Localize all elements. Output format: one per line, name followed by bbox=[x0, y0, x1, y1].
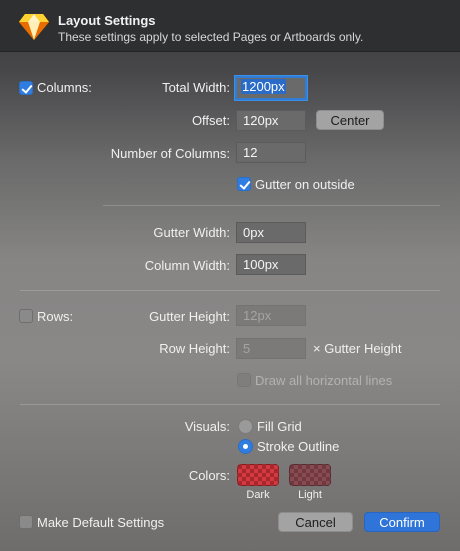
columns-checkbox[interactable] bbox=[19, 81, 33, 95]
gutter-height-label: Gutter Height: bbox=[149, 309, 230, 324]
dialog-header: Layout Settings These settings apply to … bbox=[0, 0, 460, 52]
divider bbox=[20, 290, 440, 291]
gutter-on-outside-label: Gutter on outside bbox=[255, 177, 355, 192]
row-height-label: Row Height: bbox=[159, 341, 230, 356]
rows-checkbox[interactable] bbox=[19, 309, 33, 323]
column-width-input[interactable]: 100px bbox=[236, 254, 306, 275]
divider bbox=[103, 205, 440, 206]
cancel-button[interactable]: Cancel bbox=[278, 512, 353, 532]
gutter-height-input[interactable]: 12px bbox=[236, 305, 306, 326]
offset-input[interactable]: 120px bbox=[236, 110, 306, 131]
gutter-on-outside-checkbox[interactable] bbox=[237, 177, 251, 191]
rows-label: Rows: bbox=[37, 309, 74, 324]
dark-color-swatch[interactable] bbox=[237, 464, 279, 486]
light-swatch-caption: Light bbox=[298, 489, 322, 501]
dark-swatch-caption: Dark bbox=[246, 489, 270, 501]
center-button[interactable]: Center bbox=[316, 110, 384, 130]
visuals-label: Visuals: bbox=[184, 419, 230, 434]
gutter-width-input[interactable]: 0px bbox=[236, 222, 306, 243]
columns-label: Columns: bbox=[37, 80, 92, 95]
stroke-outline-label: Stroke Outline bbox=[257, 439, 340, 454]
divider bbox=[20, 404, 440, 405]
number-of-columns-input[interactable]: 12 bbox=[236, 142, 306, 163]
row-height-input[interactable]: 5 bbox=[236, 338, 306, 359]
column-width-label: Column Width: bbox=[144, 258, 230, 273]
make-default-label: Make Default Settings bbox=[37, 515, 165, 530]
number-of-columns-label: Number of Columns: bbox=[110, 146, 230, 161]
total-width-input[interactable]: 1200px bbox=[235, 76, 307, 100]
sketch-diamond-icon bbox=[19, 14, 49, 40]
dialog-subtitle: These settings apply to selected Pages o… bbox=[58, 30, 364, 44]
gutter-width-label: Gutter Width: bbox=[153, 225, 230, 240]
dialog-title: Layout Settings bbox=[58, 13, 156, 28]
row-height-suffix: × Gutter Height bbox=[313, 341, 402, 356]
light-color-swatch[interactable] bbox=[289, 464, 331, 486]
draw-horizontal-lines-checkbox[interactable] bbox=[237, 373, 251, 387]
fill-grid-label: Fill Grid bbox=[257, 419, 302, 434]
confirm-button[interactable]: Confirm bbox=[364, 512, 440, 532]
fill-grid-radio[interactable] bbox=[238, 419, 253, 434]
offset-label: Offset: bbox=[191, 113, 230, 128]
make-default-checkbox[interactable] bbox=[19, 515, 33, 529]
draw-horizontal-lines-label: Draw all horizontal lines bbox=[255, 373, 393, 388]
colors-label: Colors: bbox=[188, 468, 230, 483]
total-width-label: Total Width: bbox=[162, 80, 230, 95]
stroke-outline-radio[interactable] bbox=[238, 439, 253, 454]
